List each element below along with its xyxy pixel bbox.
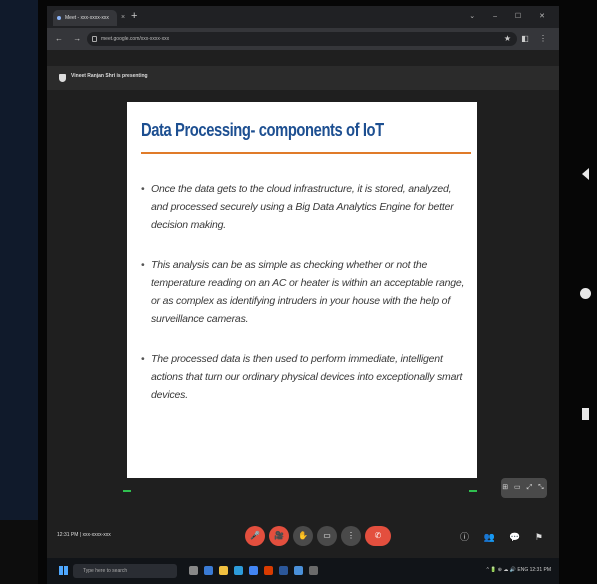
laptop-screen: Meet - xxx-xxxx-xxx × + ⌄ – ☐ ✕ ← → ⟳ me… bbox=[47, 6, 559, 584]
address-bar-row: ← → ⟳ meet.google.com/xxx-xxxx-xxx ★ ◧ ⋮ bbox=[47, 28, 559, 50]
windows-start-icon[interactable] bbox=[59, 566, 68, 575]
browser-tab-bar: Meet - xxx-xxxx-xxx × + ⌄ – ☐ ✕ bbox=[47, 6, 559, 28]
mail-icon[interactable] bbox=[294, 566, 303, 575]
meeting-controls-bar: 12:31 PM | xxx-xxxx-xxx 🎤 🎥 ✋ ▭ ⋮ ✆ ⓘ 👥 … bbox=[47, 520, 559, 554]
powerpoint-icon[interactable] bbox=[264, 566, 273, 575]
task-view-icon[interactable] bbox=[189, 566, 198, 575]
left-strip bbox=[0, 0, 38, 520]
tablet-frame: Meet - xxx-xxxx-xxx × + ⌄ – ☐ ✕ ← → ⟳ me… bbox=[0, 0, 597, 584]
extension-icons[interactable]: ★ ◧ ⋮ bbox=[504, 34, 551, 43]
lock-icon bbox=[92, 36, 97, 42]
shield-icon bbox=[59, 74, 66, 82]
meeting-time-code: 12:31 PM | xxx-xxxx-xxx bbox=[57, 532, 111, 538]
chrome-icon[interactable] bbox=[249, 566, 258, 575]
presenting-banner: Vineet Ranjan Shri is presenting bbox=[47, 66, 559, 90]
windows-taskbar: Type here to search ^ 🔋 ⊕ ☁ 🔊 ENG 12:31 … bbox=[47, 558, 559, 584]
meet-favicon-icon bbox=[57, 16, 61, 20]
recents-nav-icon[interactable] bbox=[582, 408, 589, 420]
left-strip-bottom bbox=[0, 520, 38, 584]
green-edge-marker bbox=[123, 490, 131, 492]
url-field[interactable]: meet.google.com/xxx-xxxx-xxx bbox=[87, 32, 517, 46]
more-options-button[interactable]: ⋮ bbox=[341, 526, 361, 546]
slide-bullets: Once the data gets to the cloud infrastr… bbox=[141, 180, 467, 426]
meeting-side-icons[interactable]: ⓘ 👥 💬 ⚑ bbox=[460, 530, 549, 543]
presenter-label: Vineet Ranjan Shri is presenting bbox=[71, 73, 148, 79]
title-underline bbox=[141, 152, 471, 154]
slide-view-controls[interactable]: ⊞ ▭ ⤢ ⤡ bbox=[501, 478, 547, 498]
home-nav-icon[interactable] bbox=[580, 288, 591, 299]
taskbar-apps bbox=[189, 566, 318, 575]
window-controls[interactable]: ⌄ – ☐ ✕ bbox=[469, 12, 553, 20]
back-nav-icon[interactable] bbox=[582, 168, 589, 180]
store-icon[interactable] bbox=[234, 566, 243, 575]
bullet-item: This analysis can be as simple as checki… bbox=[141, 256, 467, 328]
browser-tab-label: Meet - xxx-xxxx-xxx bbox=[65, 15, 109, 21]
presentation-slide: Data Processing- components of IoT Once … bbox=[127, 102, 477, 478]
word-icon[interactable] bbox=[279, 566, 288, 575]
system-tray[interactable]: ^ 🔋 ⊕ ☁ 🔊 ENG 12:31 PM bbox=[486, 567, 551, 573]
edge-icon[interactable] bbox=[204, 566, 213, 575]
tab-close-icon[interactable]: × bbox=[121, 14, 125, 21]
mic-button[interactable]: 🎤 bbox=[245, 526, 265, 546]
settings-icon[interactable] bbox=[309, 566, 318, 575]
slide-title: Data Processing- components of IoT bbox=[141, 120, 384, 140]
bullet-item: Once the data gets to the cloud infrastr… bbox=[141, 180, 467, 234]
green-edge-marker bbox=[469, 490, 477, 492]
camera-button[interactable]: 🎥 bbox=[269, 526, 289, 546]
new-tab-icon[interactable]: + bbox=[131, 11, 137, 22]
leave-call-button[interactable]: ✆ bbox=[365, 526, 391, 546]
browser-tab[interactable]: Meet - xxx-xxxx-xxx bbox=[53, 10, 117, 26]
folder-icon[interactable] bbox=[219, 566, 228, 575]
bullet-item: The processed data is then used to perfo… bbox=[141, 350, 467, 404]
present-button[interactable]: ▭ bbox=[317, 526, 337, 546]
raise-hand-button[interactable]: ✋ bbox=[293, 526, 313, 546]
taskbar-search[interactable]: Type here to search bbox=[73, 564, 177, 578]
url-text: meet.google.com/xxx-xxxx-xxx bbox=[101, 36, 170, 42]
